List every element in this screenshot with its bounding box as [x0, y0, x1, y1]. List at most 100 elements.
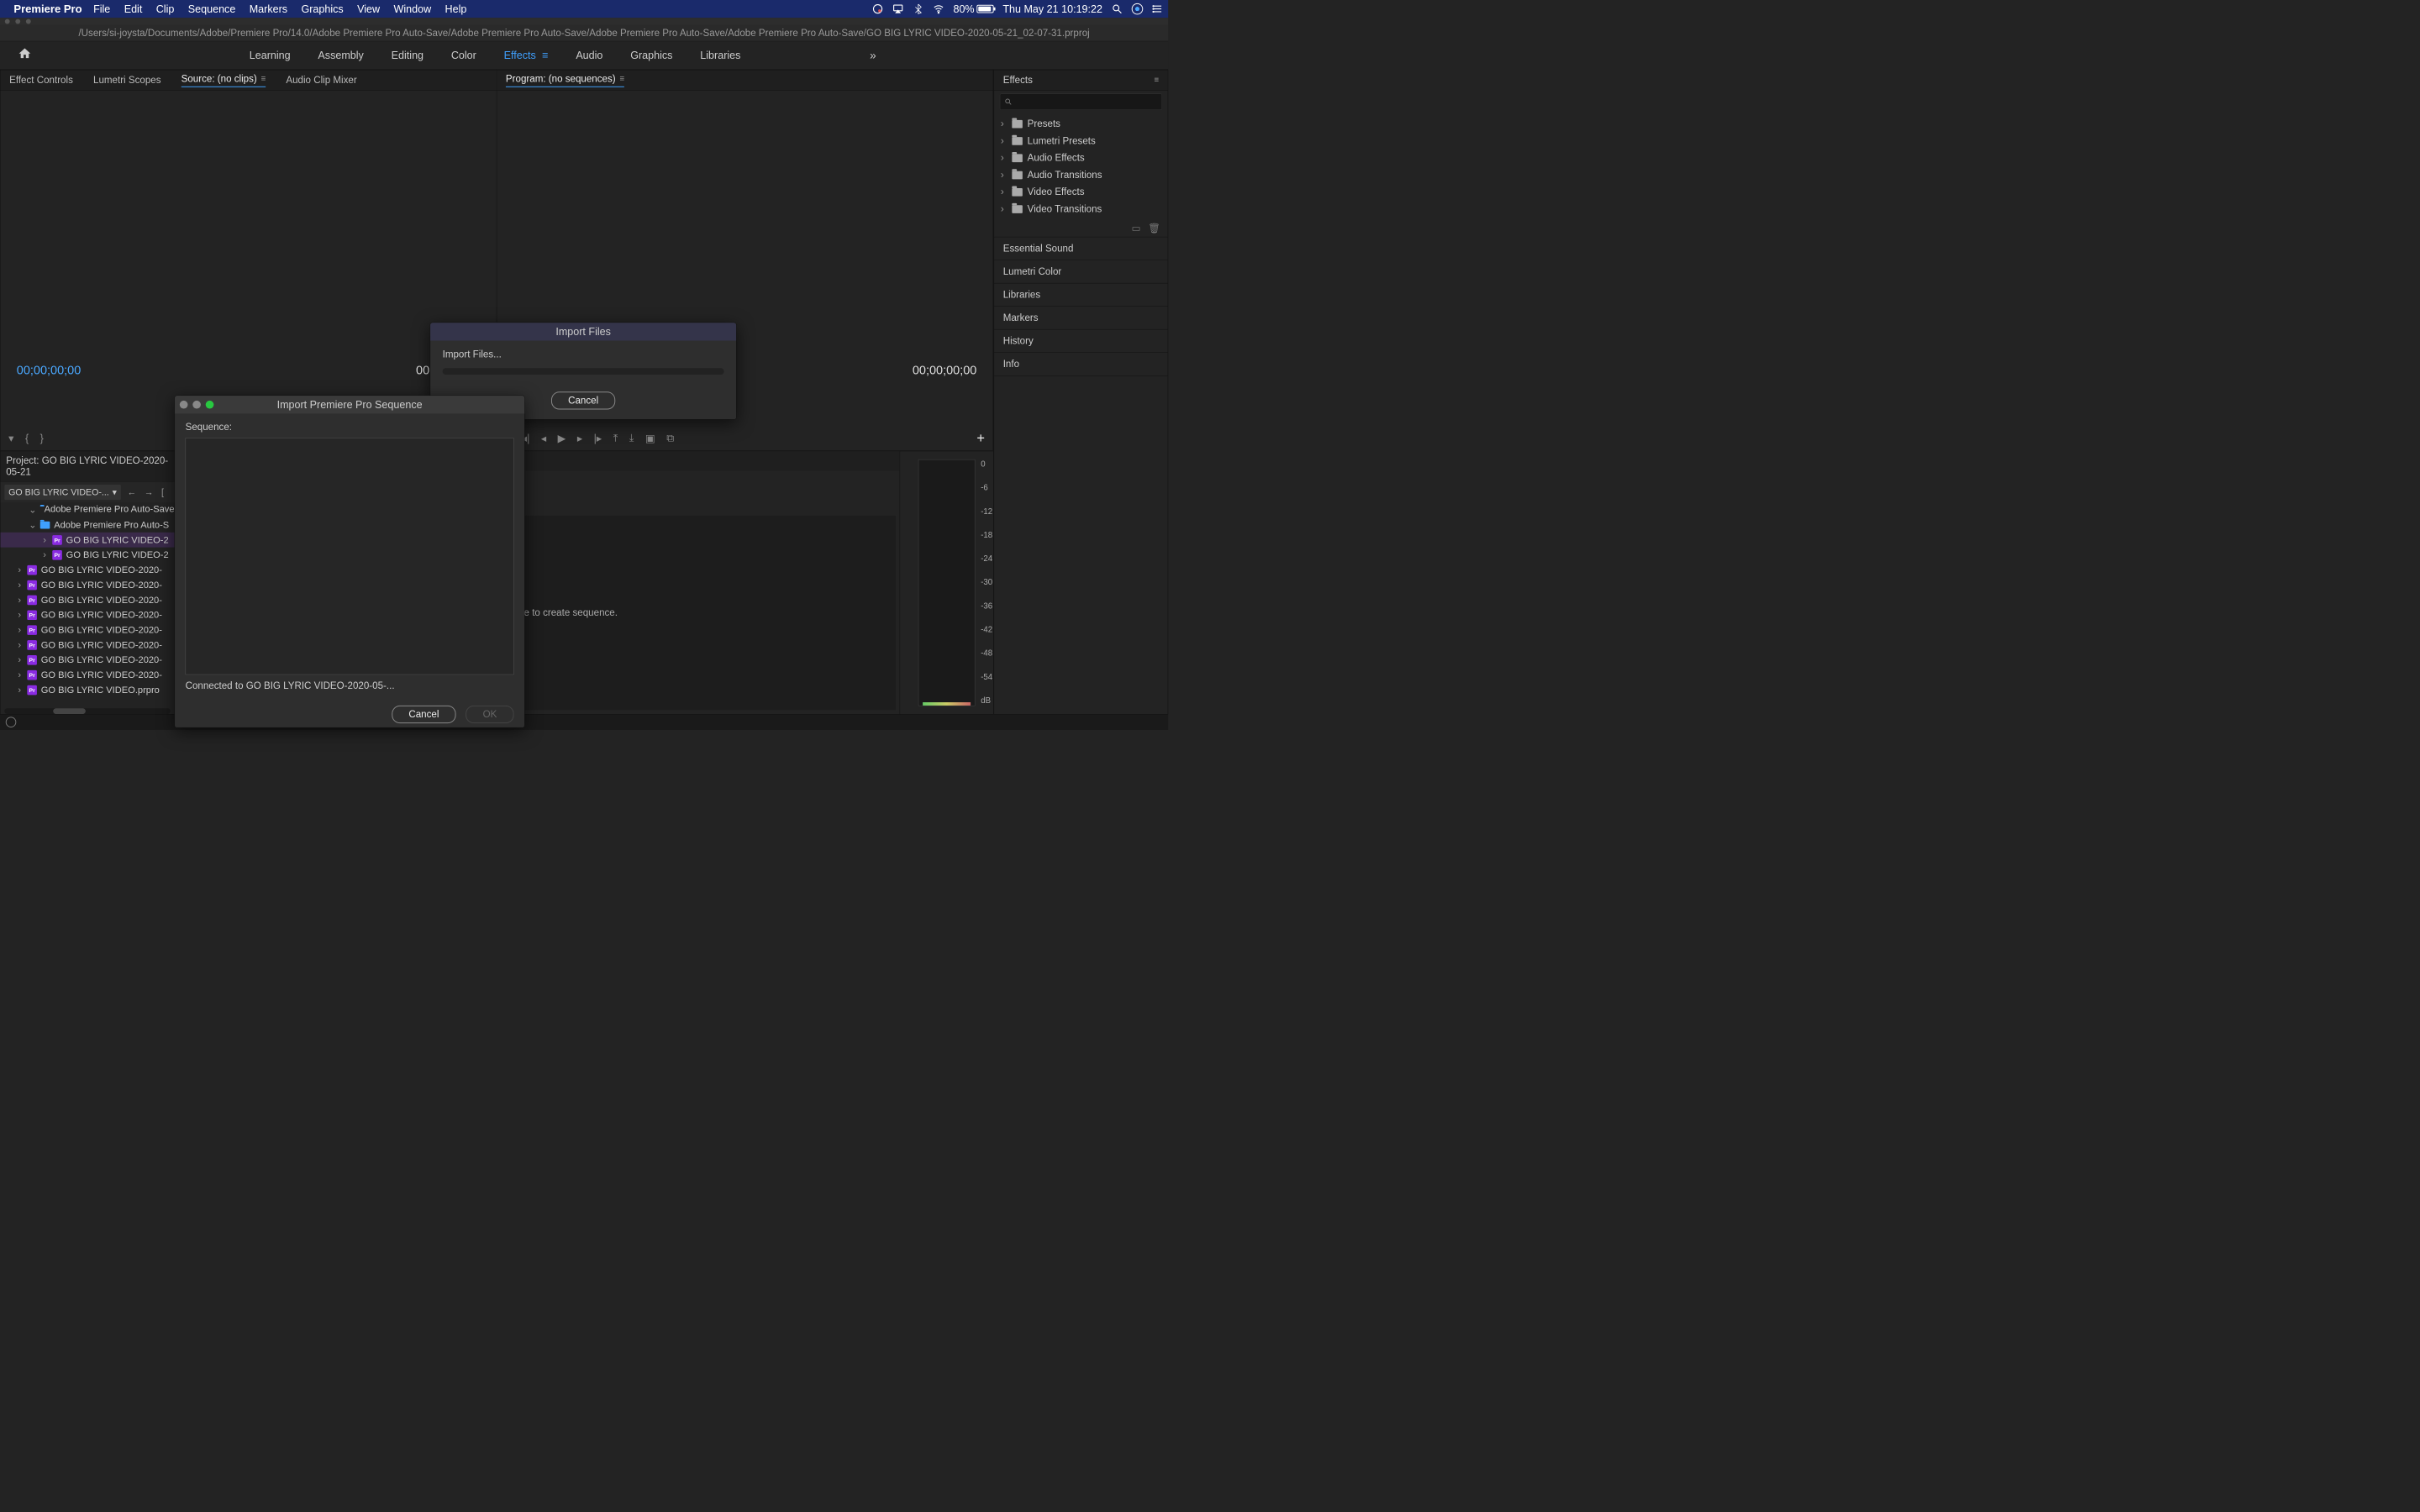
menu-sequence[interactable]: Sequence [188, 3, 236, 14]
tab-audio-clip-mixer[interactable]: Audio Clip Mixer [286, 75, 356, 87]
workspace-learning[interactable]: Learning [248, 47, 292, 65]
chevron-icon[interactable]: › [41, 534, 49, 545]
project-item[interactable]: ›PrGO BIG LYRIC VIDEO-2 [0, 548, 174, 563]
menu-extras-icon[interactable] [1152, 3, 1164, 15]
project-item[interactable]: ›PrGO BIG LYRIC VIDEO-2020- [0, 638, 174, 653]
mark-in-icon[interactable]: ▾ [8, 432, 13, 444]
zoom-icon[interactable] [206, 401, 214, 409]
step-fwd-icon[interactable]: |▸ [594, 432, 602, 444]
project-bin-dropdown[interactable]: GO BIG LYRIC VIDEO-...▾ [4, 485, 120, 500]
panel-tab-libraries[interactable]: Libraries [994, 283, 1168, 307]
effects-folder-video-effects[interactable]: ›Video Effects [998, 184, 1164, 201]
panel-tab-essential-sound[interactable]: Essential Sound [994, 237, 1168, 260]
workspace-graphics[interactable]: Graphics [629, 47, 674, 65]
effects-folder-audio-transitions[interactable]: ›Audio Transitions [998, 166, 1164, 183]
project-item[interactable]: ›PrGO BIG LYRIC VIDEO-2020- [0, 668, 174, 683]
bracket-in-icon[interactable]: { [25, 432, 29, 444]
workspace-color[interactable]: Color [450, 47, 478, 65]
comparison-icon[interactable]: ⧉ [666, 432, 674, 444]
chevron-icon[interactable]: › [16, 564, 24, 575]
panel-menu-icon[interactable]: ≡ [1154, 76, 1159, 85]
panel-menu-icon[interactable]: ≡ [261, 74, 266, 83]
dnd-icon[interactable] [872, 3, 884, 15]
menu-help[interactable]: Help [445, 3, 467, 14]
delete-icon[interactable]: 🗑 [1148, 223, 1160, 234]
menu-window[interactable]: Window [393, 3, 431, 14]
menu-clip[interactable]: Clip [156, 3, 175, 14]
project-item[interactable]: ›PrGO BIG LYRIC VIDEO-2020- [0, 563, 174, 578]
creative-cloud-icon[interactable] [6, 717, 17, 727]
chevron-icon[interactable]: › [16, 654, 24, 665]
frame-back-icon[interactable]: ◂ [541, 432, 546, 444]
source-timecode-in[interactable]: 00;00;00;00 [17, 364, 82, 377]
h-scrollbar[interactable] [4, 708, 170, 714]
workspace-menu-icon[interactable]: ≡ [539, 49, 549, 60]
project-item[interactable]: ›PrGO BIG LYRIC VIDEO.prpro [0, 682, 174, 697]
chevron-icon[interactable]: › [41, 549, 49, 560]
project-header[interactable]: Project: GO BIG LYRIC VIDEO-2020-05-21 [0, 451, 174, 482]
project-item[interactable]: ›PrGO BIG LYRIC VIDEO-2020- [0, 592, 174, 607]
project-item[interactable]: ›PrGO BIG LYRIC VIDEO-2020- [0, 577, 174, 592]
effects-search[interactable] [1000, 94, 1162, 110]
minimize-dot[interactable] [15, 19, 20, 24]
airplay-icon[interactable] [892, 3, 904, 15]
menu-markers[interactable]: Markers [250, 3, 287, 14]
tab-program[interactable]: Program: (no sequences)≡ [506, 73, 624, 87]
panel-menu-icon[interactable]: ≡ [619, 74, 624, 83]
close-icon[interactable] [180, 401, 188, 409]
close-dot[interactable] [5, 19, 10, 24]
tab-lumetri-scopes[interactable]: Lumetri Scopes [93, 75, 160, 87]
effects-panel-title[interactable]: Effects [1003, 75, 1033, 87]
effects-folder-audio-effects[interactable]: ›Audio Effects [998, 150, 1164, 166]
tab-source-no-clips-[interactable]: Source: (no clips)≡ [182, 73, 266, 87]
nav-forward-icon[interactable]: → [143, 487, 155, 498]
wifi-icon[interactable] [933, 3, 944, 15]
chevron-icon[interactable]: ⌄ [29, 504, 36, 515]
effects-folder-presets[interactable]: ›Presets [998, 116, 1164, 133]
spotlight-icon[interactable] [1112, 3, 1123, 15]
nav-up-icon[interactable]: [ [160, 487, 166, 498]
sequence-list[interactable] [186, 438, 514, 675]
workspace-overflow-icon[interactable]: » [870, 49, 876, 61]
chevron-icon[interactable]: › [16, 595, 24, 606]
new-bin-icon[interactable]: ▭ [1132, 223, 1141, 234]
zoom-dot[interactable] [26, 19, 31, 24]
chevron-icon[interactable]: › [16, 639, 24, 650]
menu-graphics[interactable]: Graphics [301, 3, 343, 14]
workspace-audio[interactable]: Audio [574, 47, 604, 65]
menu-view[interactable]: View [357, 3, 380, 14]
minimize-icon[interactable] [192, 401, 201, 409]
panel-tab-markers[interactable]: Markers [994, 307, 1168, 330]
tab-effect-controls[interactable]: Effect Controls [9, 75, 73, 87]
chevron-icon[interactable]: › [16, 580, 24, 591]
bracket-out-icon[interactable]: } [40, 432, 44, 444]
workspace-libraries[interactable]: Libraries [698, 47, 742, 65]
lift-icon[interactable]: ⤒ [613, 432, 618, 444]
panel-tab-lumetri-color[interactable]: Lumetri Color [994, 260, 1168, 284]
workspace-effects[interactable]: Effects ≡ [502, 47, 550, 65]
project-item[interactable]: ⌄Adobe Premiere Pro Auto-S [0, 517, 174, 533]
chevron-icon[interactable]: › [16, 624, 24, 635]
siri-icon[interactable] [1132, 3, 1144, 15]
project-item[interactable]: ⌄Adobe Premiere Pro Auto-Save [0, 502, 174, 517]
bluetooth-icon[interactable] [913, 3, 924, 15]
menu-file[interactable]: File [93, 3, 110, 14]
battery-status[interactable]: 80% [953, 3, 993, 15]
chevron-icon[interactable]: ⌄ [29, 519, 36, 530]
chevron-icon[interactable]: › [16, 609, 24, 620]
nav-back-icon[interactable]: ← [126, 487, 138, 498]
clock[interactable]: Thu May 21 10:19:22 [1002, 3, 1102, 15]
project-item[interactable]: ›PrGO BIG LYRIC VIDEO-2 [0, 533, 174, 548]
workspace-assembly[interactable]: Assembly [316, 47, 365, 65]
panel-tab-history[interactable]: History [994, 329, 1168, 353]
export-frame-icon[interactable]: ▣ [645, 432, 655, 444]
cancel-button[interactable]: Cancel [392, 706, 456, 723]
cancel-button[interactable]: Cancel [551, 391, 616, 409]
menu-edit[interactable]: Edit [124, 3, 143, 14]
chevron-icon[interactable]: › [16, 685, 24, 696]
home-icon[interactable] [8, 47, 42, 65]
app-name[interactable]: Premiere Pro [13, 3, 82, 15]
panel-tab-info[interactable]: Info [994, 353, 1168, 376]
workspace-editing[interactable]: Editing [390, 47, 425, 65]
play-icon[interactable]: ▶ [558, 432, 566, 444]
